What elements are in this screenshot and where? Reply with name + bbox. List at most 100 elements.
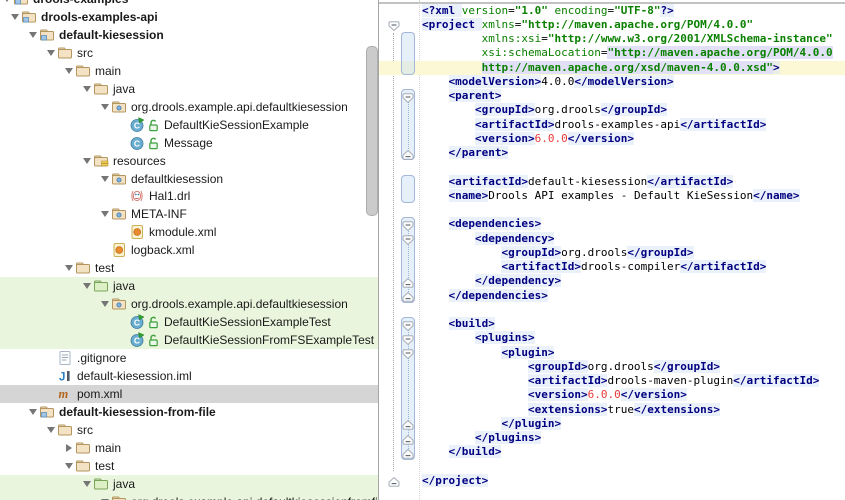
- fold-collapse-icon[interactable]: [402, 233, 414, 244]
- fold-collapse-icon[interactable]: [388, 19, 400, 30]
- chevron-expanded-icon[interactable]: [80, 280, 93, 292]
- tree-row[interactable]: logback.xml: [0, 241, 378, 259]
- chevron-expanded-icon[interactable]: [80, 83, 93, 95]
- tree-row[interactable]: drools-examples: [0, 0, 378, 8]
- code-line[interactable]: xmlns:xsi="http://www.w3.org/2001/XMLSch…: [422, 32, 833, 46]
- chevron-expanded-icon[interactable]: [8, 11, 21, 23]
- tree-scrollbar-thumb[interactable]: [366, 46, 378, 216]
- code-token-val: "http://maven.apache.org/POM/4.0.0": [521, 18, 753, 31]
- chevron-expanded-icon[interactable]: [26, 406, 39, 418]
- tree-row[interactable]: CDefaultKieSessionExample: [0, 116, 378, 134]
- chevron-expanded-icon[interactable]: [98, 298, 111, 310]
- chevron-expanded-icon[interactable]: [80, 478, 93, 490]
- tree-row[interactable]: META-INF: [0, 205, 378, 223]
- tree-row[interactable]: CMessage: [0, 134, 378, 152]
- tree-row[interactable]: Hal1.drl: [0, 187, 378, 205]
- fold-collapse-icon[interactable]: [402, 333, 414, 344]
- tree-row[interactable]: resources: [0, 152, 378, 170]
- fold-end-icon[interactable]: [402, 276, 414, 287]
- chevron-expanded-icon[interactable]: [98, 173, 111, 185]
- tree-row[interactable]: kmodule.xml: [0, 223, 378, 241]
- code-line[interactable]: <version>6.0.0</version>: [422, 388, 687, 402]
- code-line[interactable]: <groupId>org.drools</groupId>: [422, 103, 667, 117]
- tree-row[interactable]: org.drools.example.api.defaultkiesession: [0, 295, 378, 313]
- fold-collapse-icon[interactable]: [402, 91, 414, 102]
- code-line[interactable]: <?xml version="1.0" encoding="UTF-8"?>: [422, 4, 674, 18]
- visibility-lock-icon: [147, 315, 160, 329]
- code-line[interactable]: <extensions>true</extensions>: [422, 403, 720, 417]
- code-line[interactable]: <artifactId>drools-maven-plugin</artifac…: [422, 374, 819, 388]
- fold-collapse-icon[interactable]: [402, 319, 414, 330]
- tree-row[interactable]: CDefaultKieSessionFromFSExampleTest: [0, 331, 378, 349]
- code-line[interactable]: <groupId>org.drools</groupId>: [422, 246, 694, 260]
- fold-end-icon[interactable]: [402, 433, 414, 444]
- chevron-expanded-icon[interactable]: [62, 460, 75, 472]
- code-line[interactable]: <version>6.0.0</version>: [422, 132, 634, 146]
- fold-collapse-icon[interactable]: [402, 219, 414, 230]
- code-line[interactable]: </dependencies>: [422, 289, 548, 303]
- chevron-expanded-icon[interactable]: [26, 29, 39, 41]
- tree-row[interactable]: src: [0, 44, 378, 62]
- fold-end-icon[interactable]: [388, 475, 400, 486]
- tree-row[interactable]: default-kiesession-from-file: [0, 403, 378, 421]
- code-line[interactable]: <groupId>org.drools</groupId>: [422, 360, 720, 374]
- code-line[interactable]: <plugin>: [422, 346, 554, 360]
- code-line[interactable]: <build>: [422, 317, 495, 331]
- tree-row[interactable]: default-kiesession: [0, 26, 378, 44]
- code-line[interactable]: </build>: [422, 445, 501, 459]
- code-line[interactable]: </parent>: [422, 146, 508, 160]
- code-line[interactable]: <plugins>: [422, 331, 535, 345]
- tree-row[interactable]: java: [0, 475, 378, 493]
- tree-row[interactable]: java: [0, 277, 378, 295]
- code-line[interactable]: http://maven.apache.org/xsd/maven-4.0.0.…: [422, 61, 780, 75]
- fold-end-icon[interactable]: [402, 447, 414, 458]
- tree-row[interactable]: java: [0, 80, 378, 98]
- fold-end-icon[interactable]: [402, 148, 414, 159]
- chevron-collapsed-icon[interactable]: [62, 442, 75, 454]
- folder-icon: [75, 260, 91, 276]
- code-line[interactable]: <dependency>: [422, 232, 554, 246]
- tree-row[interactable]: main: [0, 62, 378, 80]
- chevron-expanded-icon[interactable]: [0, 0, 13, 5]
- tree-row[interactable]: test: [0, 259, 378, 277]
- fold-region-indicator[interactable]: [401, 32, 415, 75]
- code-token-tag: <version>: [475, 132, 535, 145]
- code-line[interactable]: <parent>: [422, 89, 501, 103]
- tree-row[interactable]: .gitignore: [0, 349, 378, 367]
- tree-row[interactable]: org.drools.example.api.defaultkiesession…: [0, 493, 378, 500]
- tree-row[interactable]: test: [0, 457, 378, 475]
- fold-end-icon[interactable]: [402, 418, 414, 429]
- fold-end-icon[interactable]: [402, 290, 414, 301]
- code-line[interactable]: </dependency>: [422, 274, 561, 288]
- code-line[interactable]: <artifactId>drools-compiler</artifactId>: [422, 260, 766, 274]
- code-line[interactable]: </plugins>: [422, 431, 541, 445]
- chevron-expanded-icon[interactable]: [98, 208, 111, 220]
- tree-row[interactable]: Jdefault-kiesession.iml: [0, 367, 378, 385]
- code-line[interactable]: <modelVersion>4.0.0</modelVersion>: [422, 75, 674, 89]
- code-line[interactable]: <dependencies>: [422, 217, 541, 231]
- tree-row[interactable]: org.drools.example.api.defaultkiesession: [0, 98, 378, 116]
- fold-collapse-icon[interactable]: [402, 347, 414, 358]
- code-line[interactable]: <name>Drools API examples - Default KieS…: [422, 189, 800, 203]
- code-line[interactable]: xsi:schemaLocation="http://maven.apache.…: [422, 46, 833, 60]
- fold-region-indicator[interactable]: [401, 175, 415, 204]
- chevron-expanded-icon[interactable]: [44, 424, 57, 436]
- chevron-expanded-icon[interactable]: [62, 65, 75, 77]
- tree-row[interactable]: drools-examples-api: [0, 8, 378, 26]
- tree-row[interactable]: main: [0, 439, 378, 457]
- chevron-expanded-icon[interactable]: [98, 101, 111, 113]
- tree-row[interactable]: defaultkiesession: [0, 170, 378, 188]
- chevron-expanded-icon[interactable]: [98, 496, 111, 500]
- code-line[interactable]: </project>: [422, 474, 488, 488]
- code-token-tag: </artifactId>: [680, 260, 766, 273]
- code-line[interactable]: <artifactId>drools-examples-api</artifac…: [422, 118, 766, 132]
- chevron-expanded-icon[interactable]: [80, 155, 93, 167]
- code-line[interactable]: </plugin>: [422, 417, 561, 431]
- tree-row[interactable]: mpom.xml: [0, 385, 378, 403]
- code-line[interactable]: <project xmlns="http://maven.apache.org/…: [422, 18, 753, 32]
- chevron-expanded-icon[interactable]: [62, 262, 75, 274]
- code-line[interactable]: <artifactId>default-kiesession</artifact…: [422, 175, 733, 189]
- tree-row[interactable]: CDefaultKieSessionExampleTest: [0, 313, 378, 331]
- chevron-expanded-icon[interactable]: [44, 47, 57, 59]
- tree-row[interactable]: src: [0, 421, 378, 439]
